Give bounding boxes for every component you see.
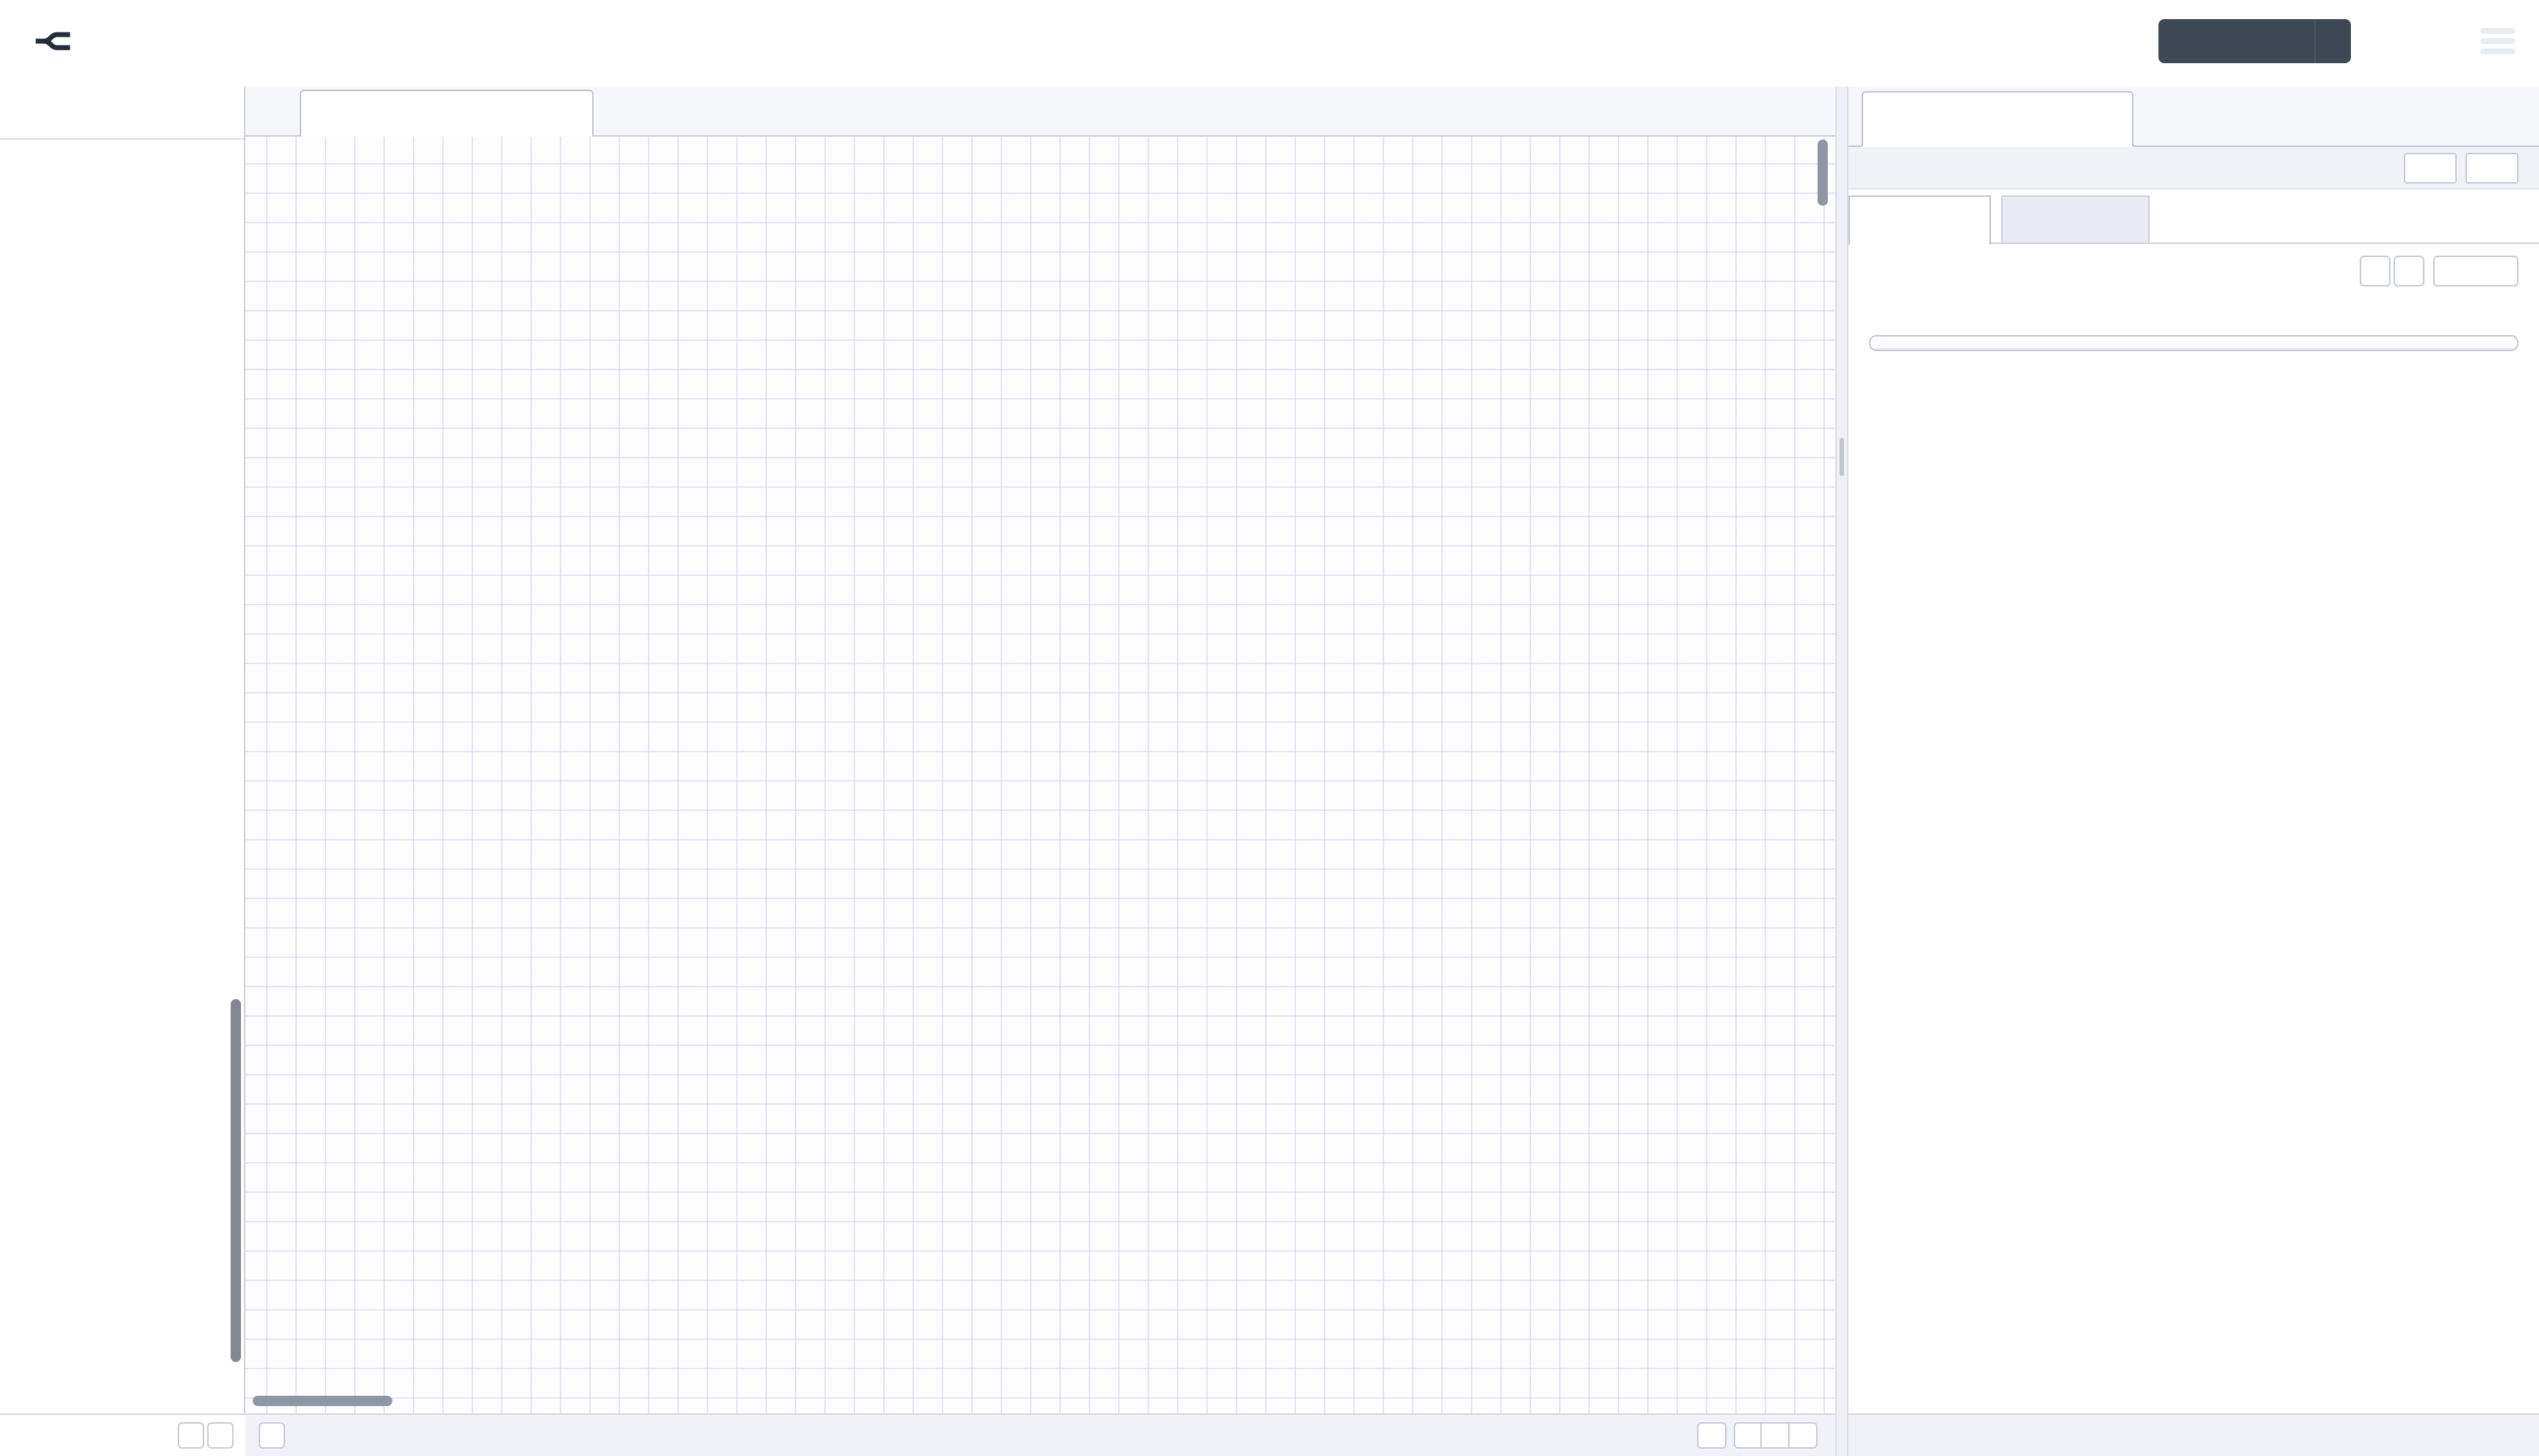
dashboard-header <box>1848 147 2539 190</box>
palette-expand-button[interactable] <box>207 1422 234 1449</box>
plus-icon <box>2465 263 2481 279</box>
palette-scrollbar[interactable] <box>231 999 241 1362</box>
resize-grip-icon <box>1840 438 1844 476</box>
wires <box>245 137 1835 1413</box>
zoom-out-button[interactable] <box>1734 1422 1762 1449</box>
add-page-button[interactable] <box>2433 256 2518 286</box>
workspace <box>245 87 1835 1413</box>
palette-filter <box>0 87 244 140</box>
main-menu-button[interactable] <box>2480 28 2515 54</box>
layout-tree <box>1869 335 2518 351</box>
palette-collapse-button[interactable] <box>178 1422 204 1449</box>
sidebar <box>1848 87 2539 1413</box>
deploy-button[interactable] <box>2158 19 2351 63</box>
header <box>0 0 2539 82</box>
workspace-footer <box>245 1413 1835 1456</box>
footer <box>0 1413 2539 1456</box>
open-dashboard-button[interactable] <box>2466 152 2518 183</box>
deploy-icon <box>2176 28 2203 54</box>
palette <box>0 87 245 1413</box>
external-link-icon <box>2488 159 2505 176</box>
sidebar-subtabs <box>1848 195 2539 245</box>
sidebar-footer <box>1848 1413 2539 1456</box>
node-red-editor <box>0 0 2539 1456</box>
move-down-button[interactable] <box>2394 256 2424 286</box>
tree-header-strip <box>1870 336 2517 350</box>
tab-flow-1[interactable] <box>300 90 594 137</box>
header-accent-line <box>0 82 2539 87</box>
deploy-options-button[interactable] <box>2314 19 2351 63</box>
tab-dashboard-2[interactable] <box>1862 91 2133 147</box>
sidebar-tab-strip <box>1848 87 2539 147</box>
canvas-search-button[interactable] <box>259 1422 285 1449</box>
add-flow-button[interactable] <box>1756 98 1782 125</box>
gear-icon <box>2426 159 2443 176</box>
pages-header-row <box>1848 256 2539 288</box>
tab-theming[interactable] <box>2001 195 2150 244</box>
filter-nodes-input[interactable] <box>46 99 228 126</box>
zoom-reset-button[interactable] <box>1762 1422 1790 1449</box>
flow-canvas[interactable] <box>245 137 1835 1413</box>
navigator-map-button[interactable] <box>1697 1422 1726 1449</box>
node-red-logo-icon <box>31 19 75 63</box>
palette-footer <box>0 1413 245 1456</box>
zoom-in-button[interactable] <box>1790 1422 1818 1449</box>
flow-tab-strip <box>245 87 1835 137</box>
flow-list-button[interactable] <box>1800 98 1826 125</box>
user-avatar[interactable] <box>2404 22 2442 60</box>
search-icon <box>18 103 37 122</box>
edit-settings-button[interactable] <box>2404 152 2457 183</box>
canvas-vertical-scrollbar[interactable] <box>1818 140 1828 206</box>
palette-scroll-area[interactable] <box>0 140 244 1413</box>
canvas-horizontal-scrollbar[interactable] <box>253 1396 392 1406</box>
tab-layout[interactable] <box>1848 195 1991 245</box>
sidebar-resize-handle[interactable] <box>1835 87 1848 1456</box>
move-up-button[interactable] <box>2360 256 2391 286</box>
caret-down-icon <box>2333 32 2351 50</box>
barchart-icon <box>1881 107 1904 131</box>
